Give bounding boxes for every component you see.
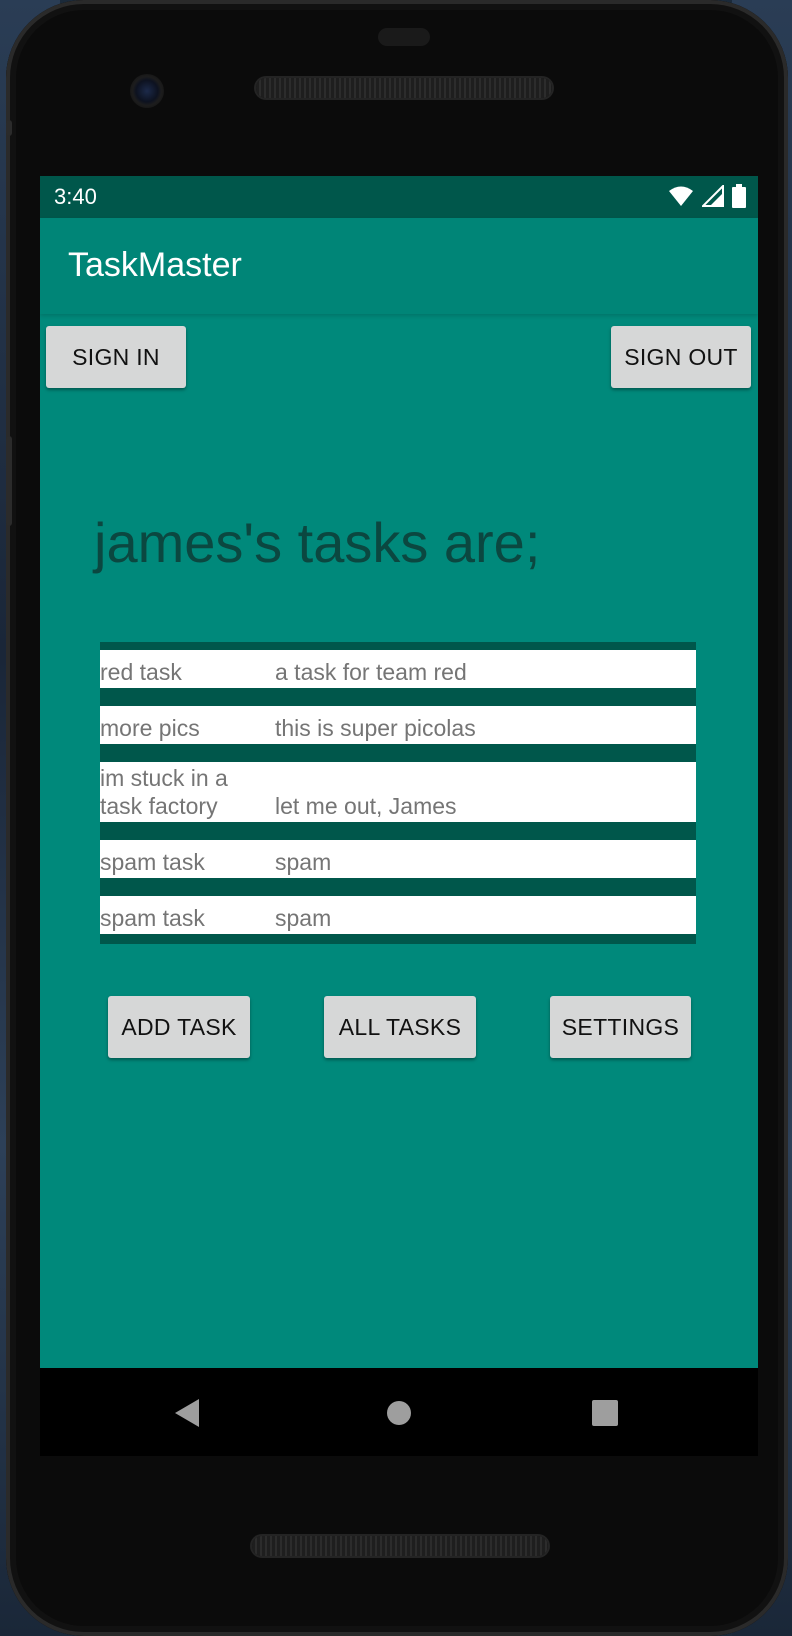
signal-icon	[700, 183, 724, 211]
navigation-bar	[40, 1368, 758, 1456]
task-title: more pics	[100, 715, 200, 741]
phone-volume-button	[6, 436, 12, 526]
task-row[interactable]: spam task spam	[100, 896, 696, 934]
wifi-icon	[668, 185, 694, 211]
screen: 3:40 TaskMaster SIGN IN SIGN OUT james's…	[40, 176, 758, 1368]
back-icon[interactable]	[174, 1398, 200, 1432]
add-task-button[interactable]: ADD TASK	[108, 996, 250, 1058]
task-body: this is super picolas	[275, 715, 476, 741]
earpiece	[378, 28, 430, 46]
home-icon[interactable]	[386, 1400, 412, 1430]
task-title: spam task	[100, 905, 205, 931]
sign-out-button[interactable]: SIGN OUT	[611, 326, 751, 388]
sign-in-button[interactable]: SIGN IN	[46, 326, 186, 388]
recents-icon[interactable]	[592, 1400, 618, 1430]
task-row[interactable]: red task a task for team red	[100, 650, 696, 688]
task-list: red task a task for team red more pics t…	[100, 642, 696, 944]
task-row[interactable]: im stuck in a task factory let me out, J…	[100, 762, 696, 822]
task-title: spam task	[100, 849, 205, 875]
settings-button[interactable]: SETTINGS	[550, 996, 691, 1058]
task-title: red task	[100, 659, 182, 685]
front-camera	[130, 74, 164, 108]
bottom-speaker	[252, 1536, 548, 1556]
task-body: let me out, James	[275, 793, 457, 819]
phone-side-button	[6, 120, 12, 136]
app-title: TaskMaster	[68, 246, 242, 284]
status-bar: 3:40	[40, 176, 758, 218]
app-bar: TaskMaster	[40, 218, 758, 314]
all-tasks-button[interactable]: ALL TASKS	[324, 996, 476, 1058]
top-speaker	[256, 78, 552, 98]
task-body: spam	[275, 905, 332, 931]
tasks-heading: james's tasks are;	[94, 511, 541, 574]
task-row[interactable]: more pics this is super picolas	[100, 706, 696, 744]
task-row[interactable]: spam task spam	[100, 840, 696, 878]
task-body: spam	[275, 849, 332, 875]
task-body: a task for team red	[275, 659, 467, 685]
battery-icon	[732, 184, 746, 212]
status-time: 3:40	[54, 184, 97, 209]
status-icons	[668, 183, 746, 212]
task-title: im stuck in a task factory	[100, 765, 228, 819]
